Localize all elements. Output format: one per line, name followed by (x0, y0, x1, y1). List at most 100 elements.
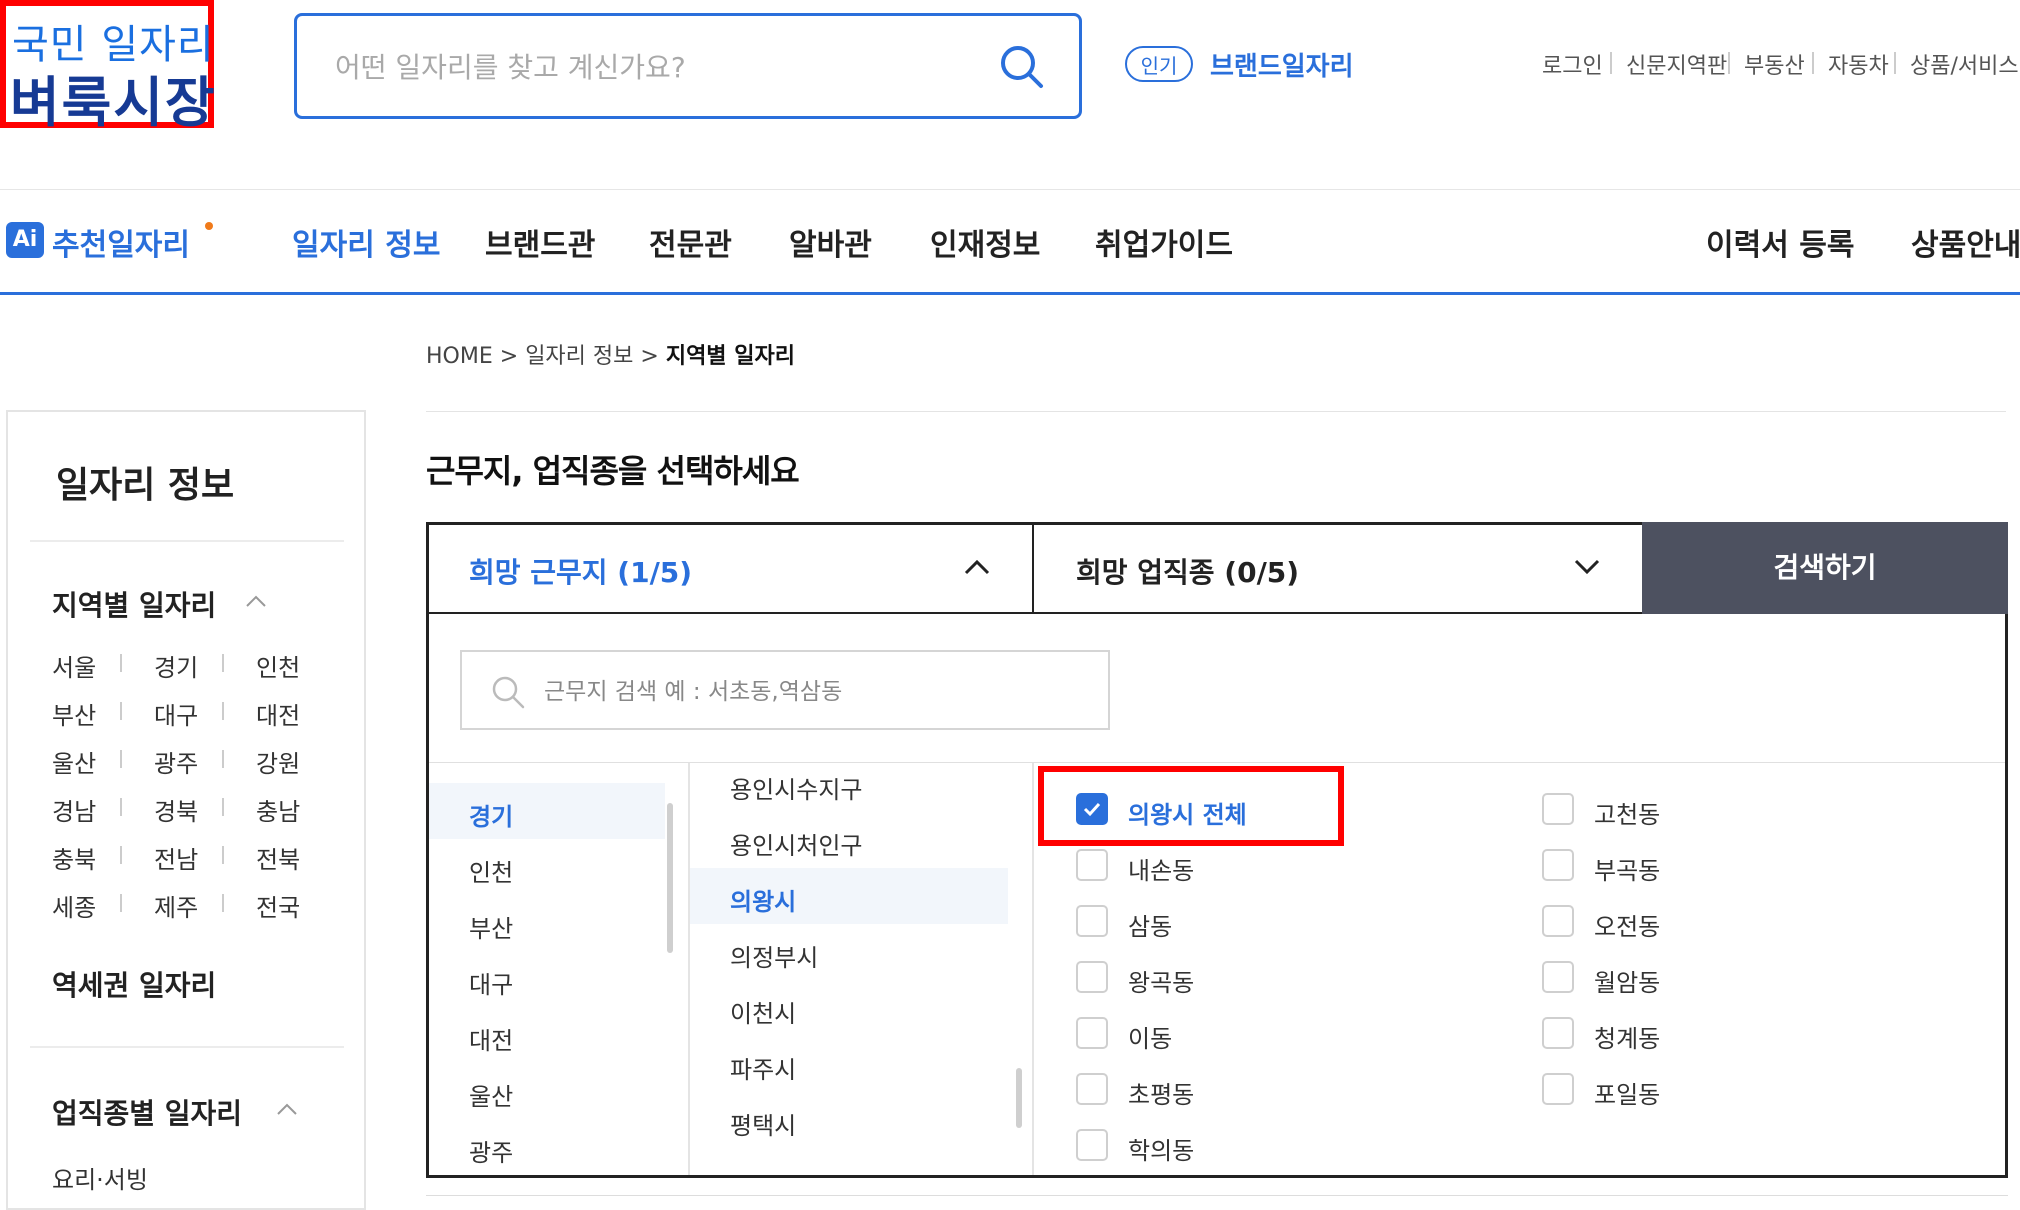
district-checkbox[interactable] (1542, 793, 1574, 825)
newspaper-region-link[interactable]: 신문지역판 (1626, 48, 1727, 80)
location-search-box[interactable] (460, 650, 1110, 730)
district-checkbox[interactable] (1076, 1017, 1108, 1049)
nav-brand[interactable]: 브랜드관 (485, 220, 595, 264)
login-link[interactable]: 로그인 (1542, 48, 1603, 80)
chevron-up-icon[interactable] (245, 594, 267, 608)
province-item[interactable]: 대구 (429, 951, 665, 1007)
district-label[interactable]: 고천동 (1594, 795, 1660, 830)
site-logo[interactable]: 국민 일자리 벼룩시장 (0, 0, 215, 134)
city-scrollbar[interactable] (1016, 1068, 1022, 1128)
district-checkbox[interactable] (1542, 961, 1574, 993)
search-button[interactable]: 검색하기 (1642, 522, 2008, 614)
province-item[interactable]: 부산 (429, 895, 665, 951)
sidebar-job-item[interactable]: 요리·서빙 (52, 1160, 148, 1195)
nav-job-info[interactable]: 일자리 정보 (292, 220, 440, 264)
district-label[interactable]: 왕곡동 (1128, 963, 1194, 998)
district-checkbox[interactable] (1542, 849, 1574, 881)
nav-specialist[interactable]: 전문관 (649, 220, 732, 264)
popular-badge: 인기 (1125, 46, 1193, 82)
city-item[interactable]: 파주시 (690, 1036, 1008, 1092)
district-label[interactable]: 이동 (1128, 1019, 1172, 1054)
breadcrumb-home[interactable]: HOME (426, 344, 493, 369)
city-item[interactable]: 의왕시 (690, 868, 1008, 924)
breadcrumb-divider (426, 411, 2006, 412)
sidebar-region-link[interactable]: 충남 (256, 792, 300, 827)
main-search-input[interactable] (333, 38, 977, 96)
district-checkbox[interactable] (1542, 905, 1574, 937)
city-item[interactable]: 이천시 (690, 980, 1008, 1036)
district-checkbox[interactable] (1542, 1073, 1574, 1105)
sidebar-region-link[interactable]: 울산 (52, 744, 96, 779)
sidebar-section-job[interactable]: 업직종별 일자리 (52, 1092, 242, 1132)
city-item[interactable]: 의정부시 (690, 924, 1008, 980)
district-checkbox[interactable] (1542, 1017, 1574, 1049)
province-label: 울산 (469, 1083, 514, 1111)
district-checkbox[interactable] (1076, 905, 1108, 937)
ai-icon[interactable]: Ai (6, 222, 44, 258)
nav-job-guide[interactable]: 취업가이드 (1095, 220, 1233, 264)
sidebar-region-link[interactable]: 인천 (256, 648, 300, 683)
province-item[interactable]: 경기 (429, 783, 665, 839)
city-item[interactable]: 용인시처인구 (690, 812, 1008, 868)
sidebar-region-link[interactable]: 전북 (256, 840, 300, 875)
tab-job-type-label: 희망 업직종 (0/5) (1076, 556, 1300, 589)
tab-job-type[interactable]: 희망 업직종 (0/5) (1034, 525, 1642, 614)
district-label[interactable]: 포일동 (1594, 1075, 1660, 1110)
city-label: 이천시 (730, 1000, 797, 1028)
sidebar-region-link[interactable]: 세종 (52, 888, 96, 923)
chevron-up-icon[interactable] (276, 1102, 298, 1116)
sidebar-region-link[interactable]: 경기 (154, 648, 198, 683)
province-scrollbar[interactable] (667, 803, 673, 953)
ai-recommend-link[interactable]: 추천일자리 (52, 220, 190, 264)
province-item[interactable]: 대전 (429, 1007, 665, 1063)
sidebar-region-link[interactable]: 광주 (154, 744, 198, 779)
district-label[interactable]: 초평동 (1128, 1075, 1194, 1110)
district-label[interactable]: 오전동 (1594, 907, 1660, 942)
products-services-link[interactable]: 상품/서비스 (1910, 48, 2019, 80)
district-label[interactable]: 부곡동 (1594, 851, 1660, 886)
sidebar-region-link[interactable]: 전남 (154, 840, 198, 875)
nav-resume-register[interactable]: 이력서 등록 (1706, 220, 1854, 264)
district-label[interactable]: 월암동 (1594, 963, 1660, 998)
region-divider (222, 750, 224, 768)
district-checkbox[interactable] (1076, 849, 1108, 881)
district-label[interactable]: 내손동 (1128, 851, 1194, 886)
main-search-box[interactable] (294, 13, 1082, 119)
popular-brand-link[interactable]: 브랜드일자리 (1210, 46, 1354, 83)
sidebar-region-link[interactable]: 경북 (154, 792, 198, 827)
sidebar-region-link[interactable]: 강원 (256, 744, 300, 779)
auto-link[interactable]: 자동차 (1828, 48, 1889, 80)
nav-talent[interactable]: 인재정보 (930, 220, 1040, 264)
city-item[interactable]: 용인시수지구 (690, 763, 1008, 812)
city-item[interactable]: 평택시 (690, 1092, 1008, 1148)
province-item[interactable]: 광주 (429, 1119, 665, 1175)
nav-parttime[interactable]: 알바관 (789, 220, 872, 264)
sidebar-section-region[interactable]: 지역별 일자리 (52, 584, 216, 624)
sidebar-region-link[interactable]: 부산 (52, 696, 96, 731)
sidebar-divider (30, 540, 344, 542)
sidebar-region-link[interactable]: 대구 (154, 696, 198, 731)
district-label[interactable]: 청계동 (1594, 1019, 1660, 1054)
nav-product-guide[interactable]: 상품안내 (1911, 220, 2020, 264)
sidebar-region-link[interactable]: 경남 (52, 792, 96, 827)
city-label: 의왕시 (730, 888, 797, 916)
district-checkbox[interactable] (1076, 1129, 1108, 1161)
real-estate-link[interactable]: 부동산 (1744, 48, 1805, 80)
breadcrumb-job-info[interactable]: 일자리 정보 (525, 344, 633, 369)
district-label[interactable]: 학의동 (1128, 1131, 1194, 1166)
city-list: 용인시수지구 용인시처인구의왕시의정부시이천시파주시 평택시 (688, 763, 1034, 1175)
location-search-input[interactable] (542, 670, 1086, 714)
province-item[interactable]: 울산 (429, 1063, 665, 1119)
sidebar-section-station[interactable]: 역세권 일자리 (52, 964, 216, 1004)
province-item[interactable]: 인천 (429, 839, 665, 895)
district-checkbox[interactable] (1076, 961, 1108, 993)
sidebar-region-link[interactable]: 전국 (256, 888, 300, 923)
sidebar-region-link[interactable]: 제주 (154, 888, 198, 923)
search-icon[interactable] (997, 42, 1045, 90)
sidebar-region-link[interactable]: 서울 (52, 648, 96, 683)
tab-location[interactable]: 희망 근무지 (1/5) (429, 525, 1034, 614)
sidebar-region-link[interactable]: 충북 (52, 840, 96, 875)
district-checkbox[interactable] (1076, 1073, 1108, 1105)
sidebar-region-link[interactable]: 대전 (256, 696, 300, 731)
district-label[interactable]: 삼동 (1128, 907, 1172, 942)
